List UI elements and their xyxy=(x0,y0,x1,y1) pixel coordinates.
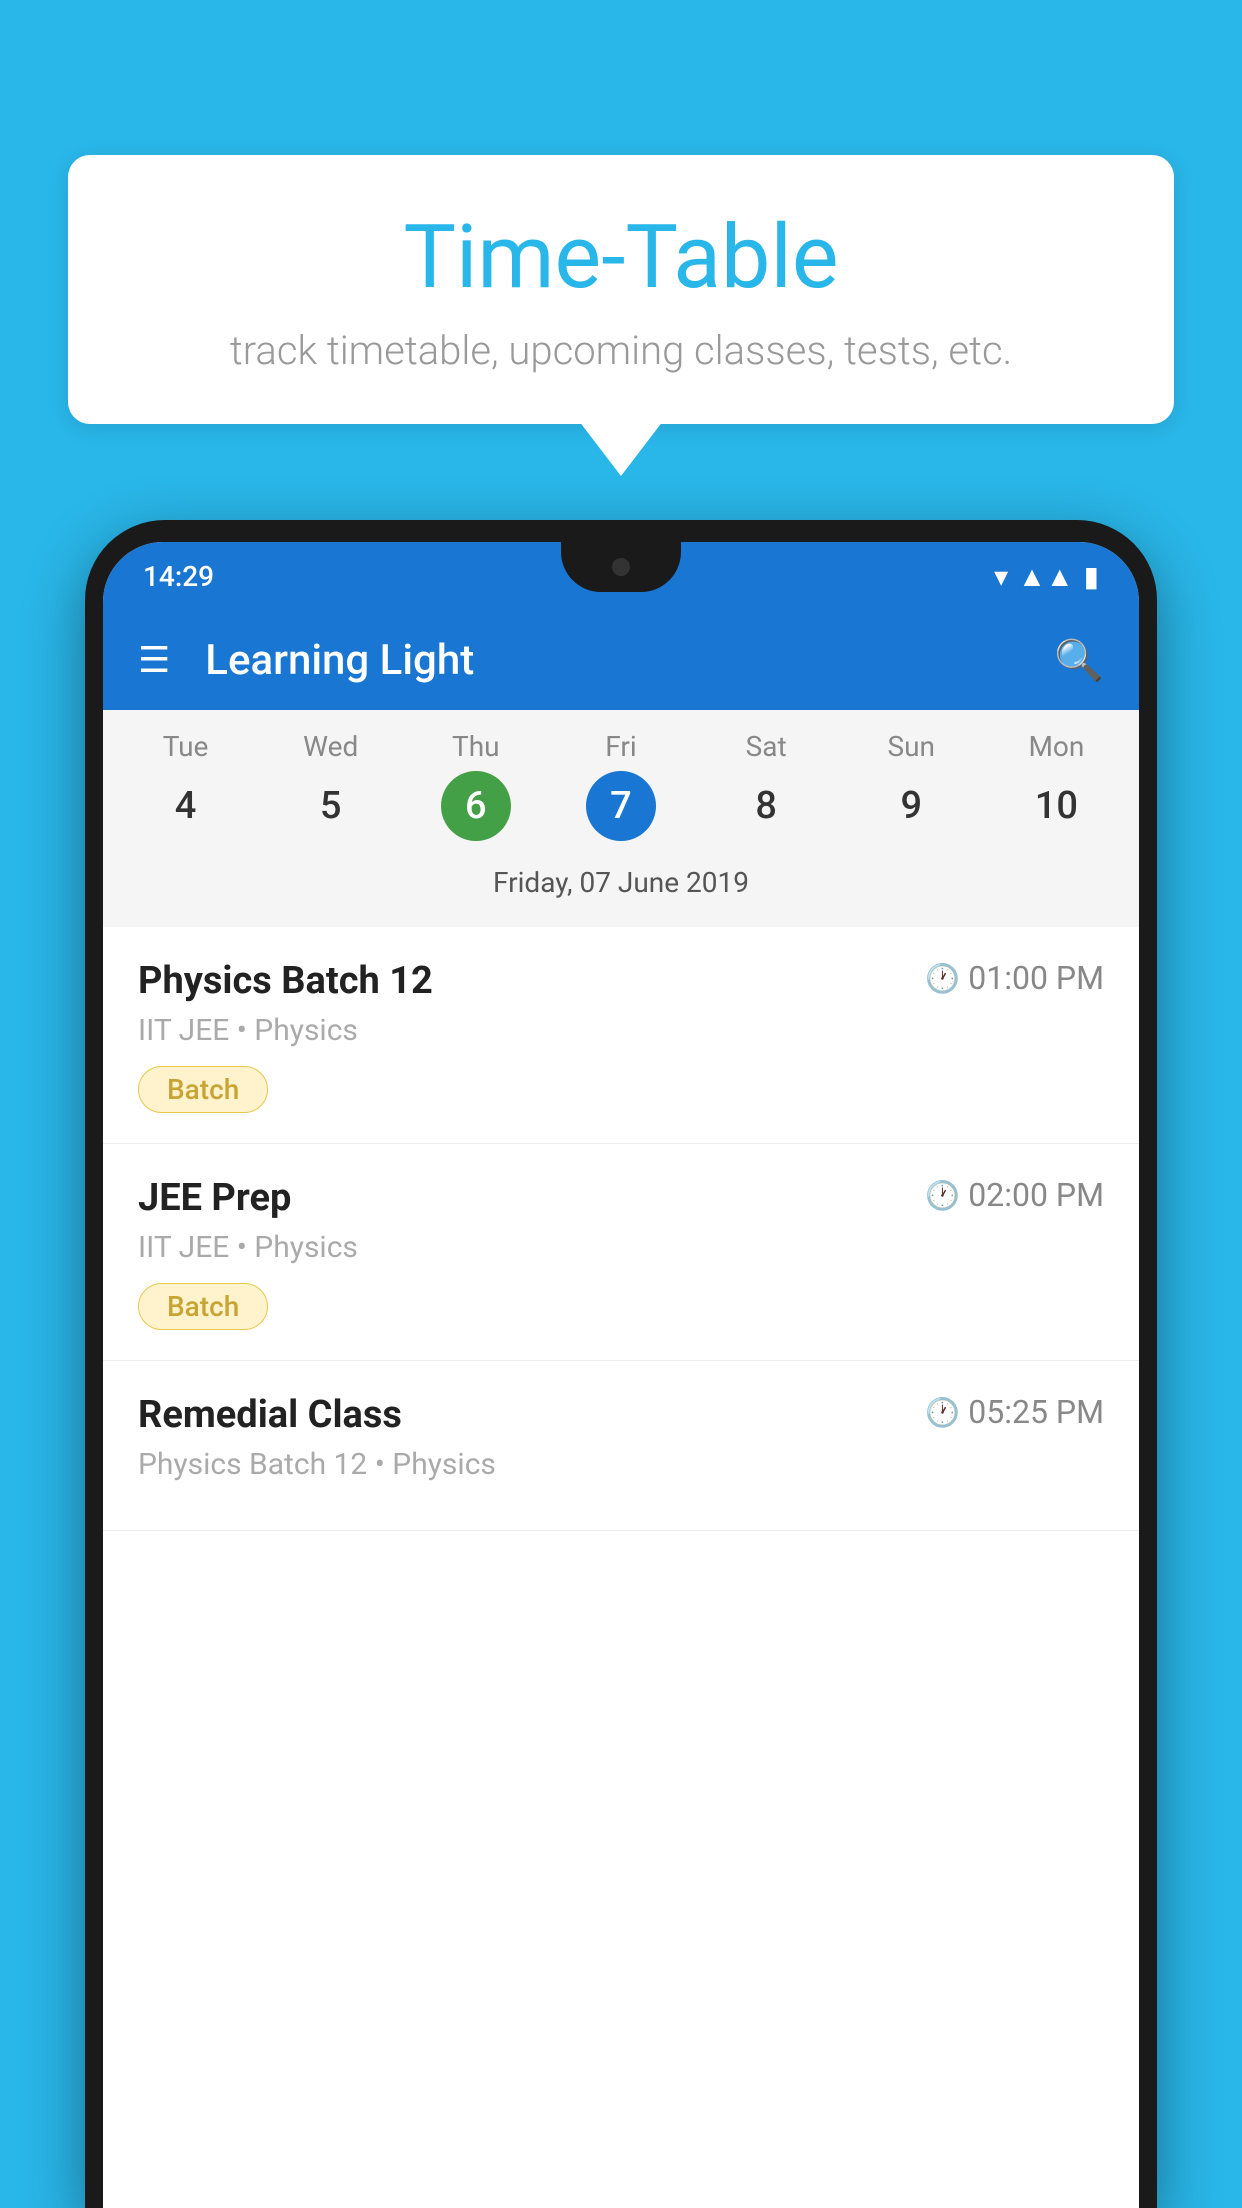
search-icon[interactable]: 🔍 xyxy=(1054,637,1104,684)
calendar-day[interactable]: Sun 9 xyxy=(846,730,976,841)
batch-tag: Batch xyxy=(138,1283,268,1330)
phone-screen: 14:29 ▾ ▲▲ ▮ ☰ Learning Light 🔍 Tue 4 Wed 5… xyxy=(103,542,1139,2208)
time-text: 02:00 PM xyxy=(968,1176,1104,1214)
day-number: 8 xyxy=(731,771,801,841)
schedule-time: 🕐01:00 PM xyxy=(925,959,1104,997)
schedule-subtitle: IIT JEE • Physics xyxy=(138,1230,1104,1265)
day-number: 5 xyxy=(296,771,366,841)
schedule-subtitle: IIT JEE • Physics xyxy=(138,1013,1104,1048)
day-name: Mon xyxy=(1028,730,1084,763)
day-name: Sat xyxy=(746,730,787,763)
calendar-day[interactable]: Thu 6 xyxy=(411,730,541,841)
app-title: Learning Light xyxy=(205,636,1054,685)
status-icons: ▾ ▲▲ ▮ xyxy=(994,560,1099,593)
day-name: Wed xyxy=(303,730,358,763)
schedule-list: Physics Batch 12🕐01:00 PMIIT JEE • Physi… xyxy=(103,927,1139,1531)
status-bar: 14:29 ▾ ▲▲ ▮ xyxy=(103,542,1139,610)
calendar-strip: Tue 4 Wed 5 Thu 6 Fri 7 Sat 8 Sun 9 Mon 10 Friday, 07… xyxy=(103,710,1139,927)
status-time: 14:29 xyxy=(143,560,214,593)
camera-dot xyxy=(612,558,630,576)
day-number: 9 xyxy=(876,771,946,841)
schedule-subtitle: Physics Batch 12 • Physics xyxy=(138,1447,1104,1482)
schedule-item-header: Remedial Class 🕐05:25 PM xyxy=(138,1393,1104,1437)
day-number: 6 xyxy=(441,771,511,841)
schedule-title: JEE Prep xyxy=(138,1176,291,1220)
schedule-item-header: JEE Prep 🕐02:00 PM xyxy=(138,1176,1104,1220)
calendar-day[interactable]: Fri 7 xyxy=(556,730,686,841)
calendar-date-label: Friday, 07 June 2019 xyxy=(103,851,1139,917)
schedule-item[interactable]: Remedial Class 🕐05:25 PM Physics Batch 12 … xyxy=(103,1361,1139,1531)
day-name: Sun xyxy=(888,730,936,763)
time-text: 01:00 PM xyxy=(968,959,1104,997)
bubble-title: Time-Table xyxy=(128,210,1114,307)
schedule-time: 🕐05:25 PM xyxy=(925,1393,1104,1431)
phone-frame: 14:29 ▾ ▲▲ ▮ ☰ Learning Light 🔍 Tue 4 Wed 5… xyxy=(85,520,1157,2208)
signal-icon: ▲▲ xyxy=(1018,560,1073,593)
phone-notch xyxy=(561,542,681,592)
calendar-day[interactable]: Sat 8 xyxy=(701,730,831,841)
calendar-day[interactable]: Mon 10 xyxy=(991,730,1121,841)
day-number: 10 xyxy=(1021,771,1091,841)
day-number: 7 xyxy=(586,771,656,841)
hamburger-menu-icon[interactable]: ☰ xyxy=(138,642,170,678)
speech-bubble: Time-Table track timetable, upcoming cla… xyxy=(68,155,1174,424)
wifi-icon: ▾ xyxy=(994,560,1008,593)
schedule-item[interactable]: JEE Prep 🕐02:00 PM IIT JEE • Physics Batch xyxy=(103,1144,1139,1361)
day-name: Fri xyxy=(605,730,636,763)
clock-icon: 🕐 xyxy=(925,1179,960,1212)
speech-bubble-container: Time-Table track timetable, upcoming cla… xyxy=(68,155,1174,424)
clock-icon: 🕐 xyxy=(925,962,960,995)
app-header: ☰ Learning Light 🔍 xyxy=(103,610,1139,710)
schedule-item-header: Physics Batch 12 🕐01:00 PM xyxy=(138,959,1104,1003)
clock-icon: 🕐 xyxy=(925,1396,960,1429)
schedule-title: Remedial Class xyxy=(138,1393,402,1437)
schedule-title: Physics Batch 12 xyxy=(138,959,433,1003)
day-name: Tue xyxy=(163,730,209,763)
battery-icon: ▮ xyxy=(1084,560,1099,593)
time-text: 05:25 PM xyxy=(968,1393,1104,1431)
days-row: Tue 4 Wed 5 Thu 6 Fri 7 Sat 8 Sun 9 Mon 10 xyxy=(103,730,1139,841)
bubble-subtitle: track timetable, upcoming classes, tests… xyxy=(128,327,1114,374)
calendar-day[interactable]: Tue 4 xyxy=(121,730,251,841)
day-name: Thu xyxy=(452,730,500,763)
day-number: 4 xyxy=(151,771,221,841)
calendar-day[interactable]: Wed 5 xyxy=(266,730,396,841)
schedule-time: 🕐02:00 PM xyxy=(925,1176,1104,1214)
schedule-item[interactable]: Physics Batch 12 🕐01:00 PM IIT JEE • Physi… xyxy=(103,927,1139,1144)
batch-tag: Batch xyxy=(138,1066,268,1113)
phone-container: 14:29 ▾ ▲▲ ▮ ☰ Learning Light 🔍 Tue 4 Wed 5… xyxy=(85,520,1157,2208)
